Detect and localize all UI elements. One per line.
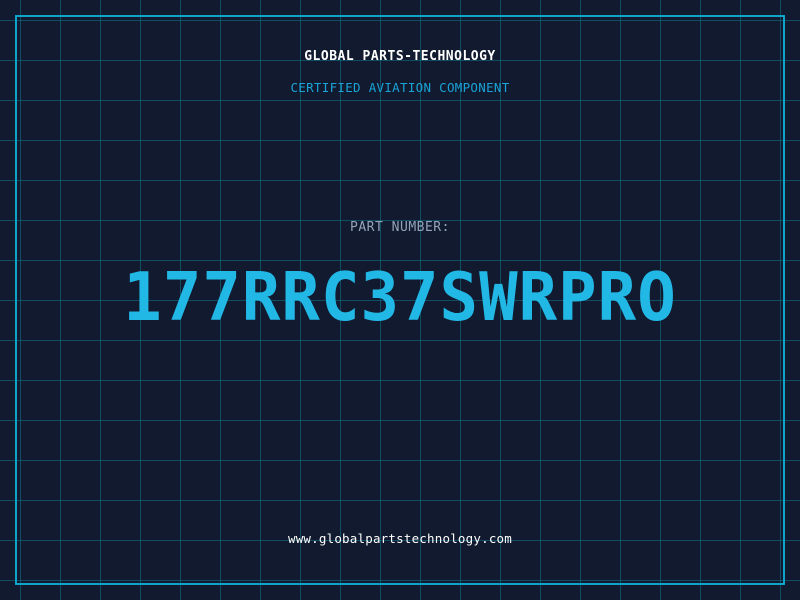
certification-subtitle: CERTIFIED AVIATION COMPONENT xyxy=(290,80,510,95)
website-url: www.globalpartstechnology.com xyxy=(287,531,513,546)
part-number-value: 177RRC37SWRPRO xyxy=(123,259,677,337)
company-name: GLOBAL PARTS-TECHNOLOGY xyxy=(304,49,496,64)
part-number-card: GLOBAL PARTS-TECHNOLOGY CERTIFIED AVIATI… xyxy=(0,0,800,600)
part-number-label: PART NUMBER: xyxy=(350,220,450,235)
